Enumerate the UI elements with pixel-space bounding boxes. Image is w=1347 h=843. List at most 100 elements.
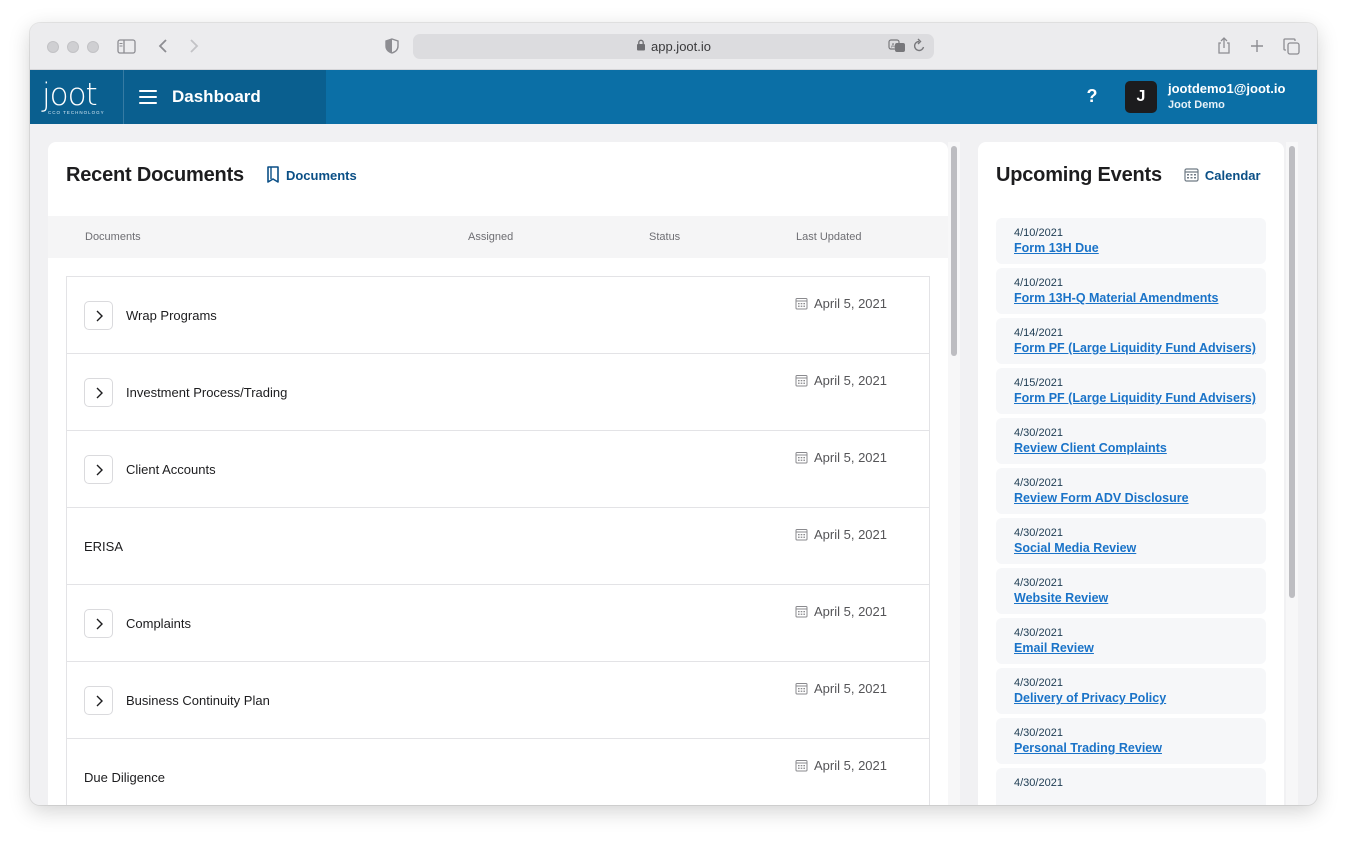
expand-row-button[interactable]: [84, 686, 113, 715]
document-name[interactable]: Business Continuity Plan: [126, 693, 270, 708]
event-link[interactable]: Personal Trading Review: [1014, 741, 1266, 755]
share-icon[interactable]: [1214, 36, 1234, 56]
events-scrollbar[interactable]: [1286, 142, 1298, 805]
chevron-right-icon: [96, 310, 103, 321]
document-name[interactable]: Investment Process/Trading: [126, 385, 287, 400]
event-link[interactable]: Social Media Review: [1014, 541, 1266, 555]
event-link[interactable]: Form PF (Large Liquidity Fund Advisers): [1014, 341, 1266, 355]
expand-row-button[interactable]: [84, 378, 113, 407]
document-row[interactable]: Complaints April 5, 2021: [67, 585, 929, 662]
hamburger-menu-icon[interactable]: [139, 90, 157, 104]
user-email[interactable]: jootdemo1@joot.io: [1168, 81, 1285, 96]
last-updated-date: April 5, 2021: [814, 758, 887, 773]
user-avatar[interactable]: J: [1125, 81, 1157, 113]
url-text: app.joot.io: [651, 39, 711, 54]
events-scroll-thumb[interactable]: [1289, 146, 1295, 598]
event-item: 4/15/2021 Form PF (Large Liquidity Fund A…: [996, 368, 1266, 414]
events-list: 4/10/2021 Form 13H Due 4/10/2021 Form 13H-Q…: [996, 218, 1266, 805]
page-title: Dashboard: [172, 87, 261, 106]
calendar-icon: [795, 298, 808, 310]
forward-icon[interactable]: [184, 36, 204, 56]
document-name[interactable]: ERISA: [84, 539, 123, 554]
last-updated-cell: April 5, 2021: [795, 681, 887, 696]
event-link[interactable]: Form 13H-Q Material Amendments: [1014, 291, 1266, 305]
address-bar[interactable]: app.joot.io A: [413, 34, 934, 59]
documents-link[interactable]: Documents: [266, 165, 357, 186]
document-row[interactable]: Business Continuity Plan April 5, 2021: [67, 662, 929, 739]
column-header-status[interactable]: Status: [649, 231, 680, 243]
event-link[interactable]: Form 13H Due: [1014, 241, 1266, 255]
last-updated-date: April 5, 2021: [814, 296, 887, 311]
last-updated-cell: April 5, 2021: [795, 450, 887, 465]
event-item: 4/30/2021 Delivery of Privacy Policy: [996, 668, 1266, 714]
help-icon[interactable]: ?: [1082, 86, 1102, 108]
event-date: 4/30/2021: [1014, 477, 1063, 489]
reload-icon[interactable]: [912, 38, 926, 57]
expand-row-button[interactable]: [84, 609, 113, 638]
app-header: joot CCO TECHNOLOGY Dashboard ? J jootde…: [30, 70, 1317, 124]
close-window-button[interactable]: [47, 41, 59, 53]
privacy-shield-icon[interactable]: [382, 36, 402, 56]
event-date: 4/30/2021: [1014, 627, 1063, 639]
documents-list: Wrap Programs April 5, 2021 Investment Pro…: [66, 276, 930, 805]
browser-window: app.joot.io A joot CCO TECHNOLOGY Dashbo…: [30, 23, 1317, 805]
brand-area: joot CCO TECHNOLOGY Dashboard: [30, 70, 326, 124]
document-row[interactable]: Client Accounts April 5, 2021: [67, 431, 929, 508]
document-name[interactable]: Due Diligence: [84, 770, 165, 785]
document-row[interactable]: Wrap Programs April 5, 2021: [67, 277, 929, 354]
expand-row-button[interactable]: [84, 455, 113, 484]
event-date: 4/30/2021: [1014, 427, 1063, 439]
documents-scroll-thumb[interactable]: [951, 146, 957, 356]
document-name[interactable]: Complaints: [126, 616, 191, 631]
calendar-icon: [795, 683, 808, 695]
calendar-icon: [795, 760, 808, 772]
zoom-window-button[interactable]: [87, 41, 99, 53]
column-header-documents[interactable]: Documents: [85, 231, 141, 243]
upcoming-events-card: Upcoming Events Calendar 4/10/2021 Form 1…: [978, 142, 1284, 805]
browser-toolbar: app.joot.io A: [30, 23, 1317, 70]
back-icon[interactable]: [153, 36, 173, 56]
chevron-right-icon: [96, 695, 103, 706]
last-updated-date: April 5, 2021: [814, 373, 887, 388]
expand-row-button[interactable]: [84, 301, 113, 330]
event-link[interactable]: Review Form ADV Disclosure: [1014, 491, 1266, 505]
event-date: 4/30/2021: [1014, 577, 1063, 589]
column-header-last-updated[interactable]: Last Updated: [796, 231, 861, 243]
event-link[interactable]: Review Client Complaints: [1014, 441, 1266, 455]
event-date: 4/30/2021: [1014, 727, 1063, 739]
tab-overview-icon[interactable]: [1281, 36, 1301, 56]
dashboard-content: Recent Documents Documents Documents Ass…: [30, 124, 1317, 805]
document-name[interactable]: Client Accounts: [126, 462, 216, 477]
translate-icon[interactable]: A: [888, 38, 906, 57]
calendar-link[interactable]: Calendar: [1184, 167, 1261, 185]
last-updated-date: April 5, 2021: [814, 604, 887, 619]
event-link[interactable]: Form PF (Large Liquidity Fund Advisers): [1014, 391, 1266, 405]
event-date: 4/14/2021: [1014, 327, 1063, 339]
event-date: 4/30/2021: [1014, 527, 1063, 539]
event-date: 4/30/2021: [1014, 677, 1063, 689]
event-link[interactable]: Website Review: [1014, 591, 1266, 605]
document-name[interactable]: Wrap Programs: [126, 308, 217, 323]
calendar-icon: [795, 529, 808, 541]
new-tab-icon[interactable]: [1247, 36, 1267, 56]
documents-scrollbar[interactable]: [948, 142, 960, 805]
minimize-window-button[interactable]: [67, 41, 79, 53]
recent-documents-header: Recent Documents Documents: [66, 164, 357, 187]
event-date: 4/15/2021: [1014, 377, 1063, 389]
event-link[interactable]: Delivery of Privacy Policy: [1014, 691, 1266, 705]
document-row[interactable]: Due Diligence April 5, 2021: [67, 739, 929, 805]
event-date: 4/30/2021: [1014, 777, 1063, 789]
chevron-right-icon: [96, 387, 103, 398]
event-item: 4/30/2021: [996, 768, 1266, 805]
upcoming-events-title: Upcoming Events: [996, 164, 1162, 186]
document-book-icon: [266, 165, 280, 186]
event-link[interactable]: Email Review: [1014, 641, 1266, 655]
joot-logo[interactable]: joot CCO TECHNOLOGY: [30, 70, 124, 124]
event-item: 4/30/2021 Social Media Review: [996, 518, 1266, 564]
document-row[interactable]: ERISA April 5, 2021: [67, 508, 929, 585]
document-row[interactable]: Investment Process/Trading April 5, 2021: [67, 354, 929, 431]
sidebar-toggle-icon[interactable]: [116, 36, 136, 56]
chevron-right-icon: [96, 464, 103, 475]
event-item: 4/30/2021 Review Form ADV Disclosure: [996, 468, 1266, 514]
column-header-assigned[interactable]: Assigned: [468, 231, 513, 243]
